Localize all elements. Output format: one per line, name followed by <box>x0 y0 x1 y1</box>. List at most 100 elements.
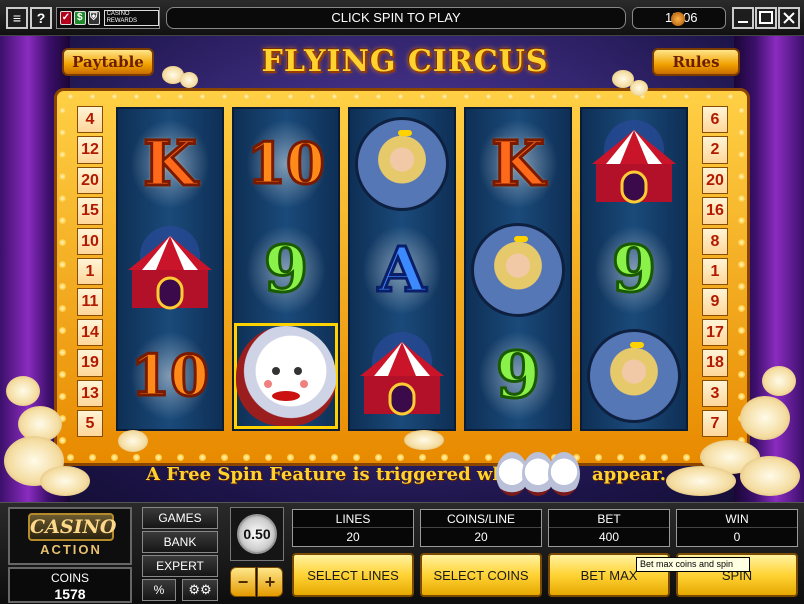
payline-indicator-right[interactable]: 3 <box>702 379 728 407</box>
help-button[interactable]: ? <box>30 7 52 29</box>
minimize-icon <box>738 21 748 23</box>
payline-indicator-right[interactable]: 20 <box>702 166 728 195</box>
marquee-bulb <box>67 454 74 461</box>
checklist-icon[interactable]: ✓ <box>60 11 72 25</box>
marquee-bulb <box>59 349 66 356</box>
close-button[interactable] <box>778 7 800 29</box>
lines-label: LINES <box>293 510 413 528</box>
coins-per-line-display: COINS/LINE 20 <box>420 509 542 547</box>
marquee-bulb <box>463 93 470 100</box>
marquee-bulb <box>485 454 492 461</box>
casino-rewards-label[interactable]: CASINO REWARDS <box>103 10 159 26</box>
payline-indicator-left[interactable]: 14 <box>77 318 103 347</box>
marquee-bulb <box>59 327 66 334</box>
marquee-bulb <box>419 93 426 100</box>
payline-indicator-right[interactable]: 6 <box>702 106 728 134</box>
payline-indicator-left[interactable]: 4 <box>77 106 103 134</box>
symbol-tent <box>350 323 454 429</box>
payline-indicator-right[interactable]: 2 <box>702 136 728 164</box>
marquee-bulb <box>59 151 66 158</box>
payline-indicator-right[interactable]: 9 <box>702 288 728 316</box>
minimize-button[interactable] <box>732 7 754 29</box>
plus-icon: + <box>264 572 276 592</box>
trapeze-artist-icon <box>471 223 565 317</box>
clock-display: 15:06 <box>632 7 726 29</box>
marquee-bulb <box>59 371 66 378</box>
symbol-9: 9 <box>466 323 570 429</box>
marquee-bulb <box>353 93 360 100</box>
coins-balance: COINS 1578 <box>8 567 132 603</box>
marquee-bulb <box>353 454 360 461</box>
payline-indicator-left[interactable]: 10 <box>77 227 103 255</box>
marquee-bulb <box>265 454 272 461</box>
payline-indicator-right[interactable]: 16 <box>702 197 728 225</box>
marquee-bulb <box>419 454 426 461</box>
payline-indicator-right[interactable]: 7 <box>702 409 728 438</box>
select-coins-button[interactable]: SELECT COINS <box>420 553 542 597</box>
shield-icon[interactable]: ⛨ <box>87 11 100 25</box>
marquee-bulb <box>287 93 294 100</box>
marquee-bulb <box>221 454 228 461</box>
menu-icon: ≡ <box>12 10 22 26</box>
payline-indicator-left[interactable]: 5 <box>77 409 103 438</box>
symbol-k: K <box>118 111 222 217</box>
marquee-bulb <box>287 454 294 461</box>
logo-text-top: CASINO <box>28 513 116 541</box>
coins-label: COINS <box>50 571 89 585</box>
marquee-bulb <box>309 93 316 100</box>
control-panel: CASINO ACTION COINS 1578 GAMES BANK EXPE… <box>0 502 804 604</box>
win-value: 0 <box>733 530 741 544</box>
bet-max-tooltip: Bet max coins and spin <box>636 557 750 572</box>
payline-indicator-right[interactable]: 1 <box>702 257 728 286</box>
payline-indicator-left[interactable]: 15 <box>77 197 103 225</box>
trapeze-artist-icon <box>587 329 681 423</box>
marquee-bulb <box>738 239 745 246</box>
popcorn-decoration <box>762 366 796 396</box>
symbol-9: 9 <box>582 217 686 323</box>
settings-button[interactable]: ⚙⚙ <box>182 579 218 601</box>
payline-indicator-right[interactable]: 8 <box>702 227 728 255</box>
paylines-left: 4 12 20 15 10 1 11 14 19 13 5 <box>77 106 103 438</box>
payline-indicator-left[interactable]: 13 <box>77 379 103 407</box>
marquee-bulb <box>738 173 745 180</box>
circus-tent-icon <box>128 226 212 310</box>
percent-button[interactable]: % <box>142 579 176 601</box>
payline-indicator-right[interactable]: 18 <box>702 349 728 377</box>
marquee-bulb <box>199 454 206 461</box>
reel-1: K 10 <box>116 107 224 431</box>
marquee-bulb <box>738 195 745 202</box>
marquee-bulb <box>375 93 382 100</box>
menu-button[interactable]: ≡ <box>6 7 28 29</box>
select-lines-button[interactable]: SELECT LINES <box>292 553 414 597</box>
marquee-bulb <box>738 129 745 136</box>
coin-size-decrease-button[interactable]: − <box>230 567 256 597</box>
payline-indicator-left[interactable]: 12 <box>77 136 103 164</box>
marquee-bulb <box>59 195 66 202</box>
marquee-bulb <box>111 454 118 461</box>
payline-indicator-left[interactable]: 11 <box>77 288 103 316</box>
casino-rewards-bar[interactable]: ✓ $ ⛨ CASINO REWARDS <box>56 7 160 29</box>
payline-indicator-right[interactable]: 17 <box>702 318 728 347</box>
free-spin-info-end: appear. <box>592 464 667 485</box>
maximize-button[interactable] <box>755 7 777 29</box>
marquee-bulb <box>738 151 745 158</box>
games-button[interactable]: GAMES <box>142 507 218 529</box>
dollar-icon[interactable]: $ <box>73 11 86 25</box>
payline-indicator-left[interactable]: 20 <box>77 166 103 195</box>
game-title: FLYING CIRCUS <box>261 44 549 79</box>
marquee-bulb <box>441 454 448 461</box>
rules-button[interactable]: Rules <box>652 48 740 76</box>
payline-indicator-left[interactable]: 19 <box>77 349 103 377</box>
marquee-bulb <box>199 93 206 100</box>
symbol-9: 9 <box>234 217 338 323</box>
bank-button[interactable]: BANK <box>142 531 218 553</box>
marquee-bulb <box>243 93 250 100</box>
coin-size-increase-button[interactable]: + <box>257 567 283 597</box>
popcorn-decoration <box>180 72 198 88</box>
reel-2: 10 9 <box>232 107 340 431</box>
expert-button[interactable]: EXPERT <box>142 555 218 577</box>
payline-indicator-left[interactable]: 1 <box>77 257 103 286</box>
marquee-bulb <box>59 393 66 400</box>
marquee-bulb <box>617 454 624 461</box>
paytable-button[interactable]: Paytable <box>62 48 154 76</box>
